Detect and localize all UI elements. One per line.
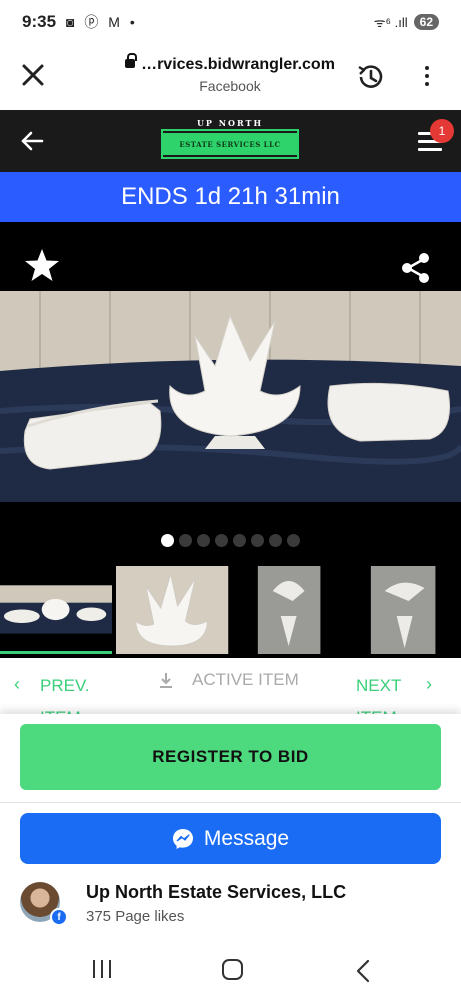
status-bar: 9:35 ◙ ⓟ M • ᯤ⁶ .ıll 62: [0, 0, 461, 44]
facebook-page-info[interactable]: f Up North Estate Services, LLC 375 Page…: [20, 880, 441, 930]
chevron-right-icon: ›: [426, 674, 432, 694]
watch-star-icon[interactable]: [24, 248, 60, 282]
notification-icons: ◙ ⓟ M •: [66, 14, 138, 30]
gallery-dot[interactable]: [161, 534, 174, 547]
message-label: Message: [203, 826, 290, 850]
prev-item-button[interactable]: ‹ PREV. ITEM: [14, 670, 100, 714]
gallery-dot[interactable]: [251, 534, 264, 547]
gallery-dots[interactable]: [0, 534, 461, 547]
prev-item-label: PREV. ITEM: [40, 676, 90, 714]
facebook-icon: f: [50, 908, 68, 926]
gallery-dot[interactable]: [179, 534, 192, 547]
history-icon[interactable]: [355, 61, 387, 93]
thumbnail-2[interactable]: [116, 566, 229, 654]
gallery-dot[interactable]: [287, 534, 300, 547]
url-text: …rvices.bidwrangler.com: [110, 53, 350, 74]
system-navigation: [0, 944, 461, 1000]
photo-gallery: [0, 222, 461, 562]
gallery-dot[interactable]: [197, 534, 210, 547]
active-item-label: ACTIVE ITEM: [192, 670, 299, 689]
status-right: ᯤ⁶ .ıll 62: [374, 13, 439, 31]
gallery-dot[interactable]: [269, 534, 282, 547]
message-button[interactable]: Message: [20, 813, 441, 864]
thumbnail-strip: [0, 562, 461, 658]
item-main-photo[interactable]: [0, 291, 461, 502]
back-arrow-icon[interactable]: [20, 130, 44, 152]
chevron-left-icon: ‹: [14, 674, 20, 694]
close-icon[interactable]: [18, 60, 48, 90]
next-item-label: NEXT ITEM: [356, 676, 402, 714]
address-bar[interactable]: …rvices.bidwrangler.com Facebook: [110, 53, 350, 94]
home-icon[interactable]: [222, 959, 243, 980]
lock-icon: [125, 53, 138, 68]
item-navigation: ‹ PREV. ITEM ACTIVE ITEM NEXT ITEM ›: [0, 658, 461, 714]
gallery-dot[interactable]: [233, 534, 246, 547]
battery-icon: 62: [413, 14, 439, 30]
source-label: Facebook: [199, 78, 261, 94]
more-options-icon[interactable]: [420, 66, 434, 90]
messenger-icon: [172, 828, 193, 849]
thumbnail-4[interactable]: [348, 566, 461, 654]
next-item-button[interactable]: NEXT ITEM ›: [356, 670, 432, 714]
register-to-bid-button[interactable]: REGISTER TO BID: [20, 724, 441, 790]
logo-band-text: ESTATE SERVICES LLC: [161, 129, 299, 159]
download-icon: [160, 673, 172, 688]
thumbnail-1[interactable]: [0, 566, 113, 654]
notification-badge: 1: [430, 119, 454, 143]
url-label: …rvices.bidwrangler.com: [141, 56, 335, 73]
signal-icon: ᯤ⁶ .ıll: [373, 15, 408, 30]
browser-bar: …rvices.bidwrangler.com Facebook: [0, 44, 461, 110]
active-item-button[interactable]: ACTIVE ITEM: [158, 670, 299, 690]
system-back-icon[interactable]: [354, 958, 372, 984]
status-time: 9:35: [22, 12, 57, 31]
gallery-dot[interactable]: [215, 534, 228, 547]
share-icon[interactable]: [400, 252, 432, 284]
site-logo[interactable]: UP NORTH ESTATE SERVICES LLC: [161, 118, 299, 164]
page-name[interactable]: Up North Estate Services, LLC: [86, 882, 346, 903]
divider: [0, 802, 461, 803]
logo-top-text: UP NORTH: [196, 118, 264, 128]
page-likes: 375 Page likes: [86, 908, 185, 925]
recent-apps-icon[interactable]: [93, 960, 111, 978]
auction-countdown: ENDS 1d 21h 31min: [0, 172, 461, 222]
site-header: UP NORTH ESTATE SERVICES LLC 1: [0, 110, 461, 172]
thumbnail-3[interactable]: [232, 566, 345, 654]
